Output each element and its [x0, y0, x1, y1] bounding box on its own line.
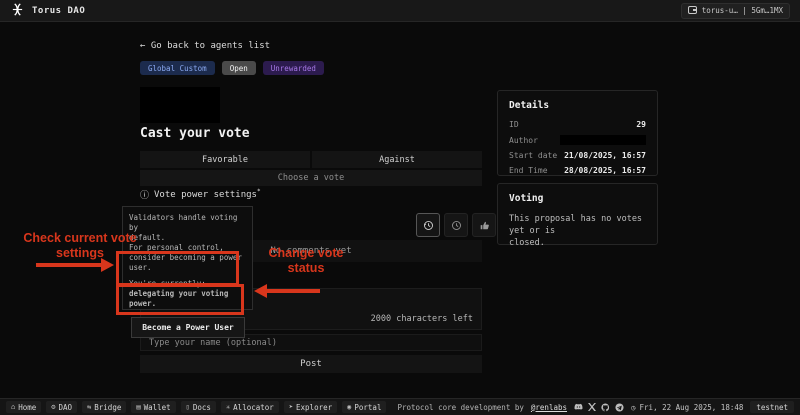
annotation-arrow-left-icon — [266, 289, 320, 293]
detail-row-end-time: End Time 28/08/2025, 16:57 — [509, 166, 646, 175]
detail-value: 21/08/2025, 16:57 — [564, 151, 646, 160]
clock-icon — [451, 220, 462, 231]
detail-row-start-date: Start date 21/08/2025, 16:57 — [509, 151, 646, 160]
renlabs-link[interactable]: @renlabs — [531, 403, 567, 412]
against-button[interactable]: Against — [312, 151, 482, 168]
badge-unrewarded: Unrewarded — [263, 61, 324, 75]
bottom-bar: ⌂Home ⚙DAO ⇆Bridge ▤Wallet ▯Docs ✳Alloca… — [0, 398, 800, 415]
network-badge[interactable]: testnet — [750, 401, 794, 413]
redacted-title-block — [140, 87, 220, 123]
brand: Torus DAO — [10, 3, 85, 19]
badge-row: Global Custom Open Unrewarded — [140, 61, 324, 75]
docs-icon: ▯ — [186, 403, 190, 411]
annotation-arrow-right-icon — [36, 263, 102, 267]
tooltip-line: Validators handle voting by — [129, 213, 247, 233]
details-title: Details — [509, 100, 646, 111]
footer-nav-portal[interactable]: ◉Portal — [342, 401, 386, 413]
discord-icon[interactable] — [574, 403, 583, 411]
torus-dao-page: Torus DAO torus-u… | 5Gm…1MX ← Go back t… — [0, 0, 800, 415]
footer-nav-wallet[interactable]: ▤Wallet — [131, 401, 175, 413]
footer-nav: ⌂Home ⚙DAO ⇆Bridge ▤Wallet ▯Docs ✳Alloca… — [6, 401, 386, 413]
dao-gear-icon: ⚙ — [51, 403, 55, 411]
voting-card: Voting This proposal has no votes yet or… — [497, 183, 658, 245]
badge-global-custom: Global Custom — [140, 61, 215, 75]
sort-recent-button[interactable] — [416, 213, 440, 237]
detail-row-author: Author — [509, 135, 646, 145]
footer-datetime: ◷ Fri, 22 Aug 2025, 18:48 — [631, 403, 743, 412]
bridge-icon: ⇆ — [87, 403, 91, 411]
voting-title: Voting — [509, 193, 646, 204]
footer-nav-bridge[interactable]: ⇆Bridge — [82, 401, 126, 413]
tooltip-line: consider becoming a power — [129, 253, 247, 263]
annotation-check-settings: Check current vote settings — [22, 231, 138, 261]
favorable-button[interactable]: Favorable — [140, 151, 310, 168]
footer-nav-allocator[interactable]: ✳Allocator — [221, 401, 279, 413]
tooltip-line: For personal control, — [129, 243, 247, 253]
post-button[interactable]: Post — [140, 355, 482, 373]
badge-open: Open — [222, 61, 256, 75]
voting-message: This proposal has no votes yet or is clo… — [509, 213, 646, 249]
github-icon[interactable] — [601, 403, 610, 412]
clock-icon: ◷ — [631, 403, 636, 412]
top-bar: Torus DAO torus-u… | 5Gm…1MX — [0, 0, 800, 22]
back-label: Go back to agents list — [151, 41, 270, 51]
footer-right: Protocol core development by @renlabs ◷ … — [397, 401, 794, 413]
annotation-change-status: Change vote status — [250, 246, 362, 276]
sort-upvoted-button[interactable] — [472, 213, 496, 237]
detail-label: End Time — [509, 166, 548, 175]
vote-power-tooltip: Validators handle voting by default. For… — [122, 206, 253, 310]
allocator-icon: ✳ — [226, 403, 230, 411]
wallet-icon: ▤ — [136, 403, 140, 411]
x-twitter-icon[interactable] — [588, 403, 596, 411]
detail-value: 29 — [636, 120, 646, 129]
detail-row-id: ID 29 — [509, 120, 646, 129]
telegram-icon[interactable] — [615, 403, 624, 412]
detail-label: Start date — [509, 151, 557, 160]
detail-value: 28/08/2025, 16:57 — [564, 166, 646, 175]
brand-name: Torus DAO — [32, 6, 85, 16]
details-card: Details ID 29 Author Start date 21/08/20… — [497, 90, 658, 176]
torus-logo-icon — [10, 3, 25, 19]
vote-option-row: Favorable Against — [140, 151, 482, 168]
cast-vote-title: Cast your vote — [140, 126, 250, 141]
vote-power-settings-toggle[interactable]: ⓘ Vote power settings* — [140, 188, 261, 201]
current-status-label: You're currently: — [129, 279, 247, 289]
info-icon: ⓘ — [140, 188, 149, 201]
settings-asterisk: * — [257, 188, 261, 195]
credit-text: Protocol core development by — [397, 403, 523, 412]
footer-nav-docs[interactable]: ▯Docs — [181, 401, 216, 413]
home-icon: ⌂ — [11, 403, 15, 411]
social-icons — [574, 403, 624, 412]
sort-oldest-button[interactable] — [444, 213, 468, 237]
wallet-address: torus-u… | 5Gm…1MX — [702, 6, 783, 15]
back-to-agents-link[interactable]: ← Go back to agents list — [140, 41, 270, 51]
footer-nav-dao[interactable]: ⚙DAO — [46, 401, 77, 413]
tooltip-line: default. — [129, 233, 247, 243]
detail-label: Author — [509, 136, 538, 145]
back-arrow-icon: ← — [140, 41, 145, 51]
redacted-author-value — [560, 135, 646, 145]
thumbs-up-icon — [479, 220, 490, 231]
wallet-icon — [688, 6, 697, 16]
vote-power-settings-label: Vote power settings* — [154, 188, 261, 200]
choose-vote-button[interactable]: Choose a vote — [140, 170, 482, 186]
become-power-user-button[interactable]: Become a Power User — [131, 317, 245, 338]
portal-icon: ◉ — [347, 403, 351, 411]
history-clock-icon — [423, 220, 434, 231]
footer-nav-home[interactable]: ⌂Home — [6, 401, 41, 413]
footer-nav-explorer[interactable]: ➤Explorer — [284, 401, 337, 413]
characters-left-counter: 2000 characters left — [371, 314, 473, 324]
current-status-value: delegating your voting power. — [129, 289, 247, 309]
tooltip-line: user. — [129, 263, 247, 273]
wallet-button[interactable]: torus-u… | 5Gm…1MX — [681, 3, 790, 19]
explorer-icon: ➤ — [289, 403, 293, 411]
detail-label: ID — [509, 120, 519, 129]
